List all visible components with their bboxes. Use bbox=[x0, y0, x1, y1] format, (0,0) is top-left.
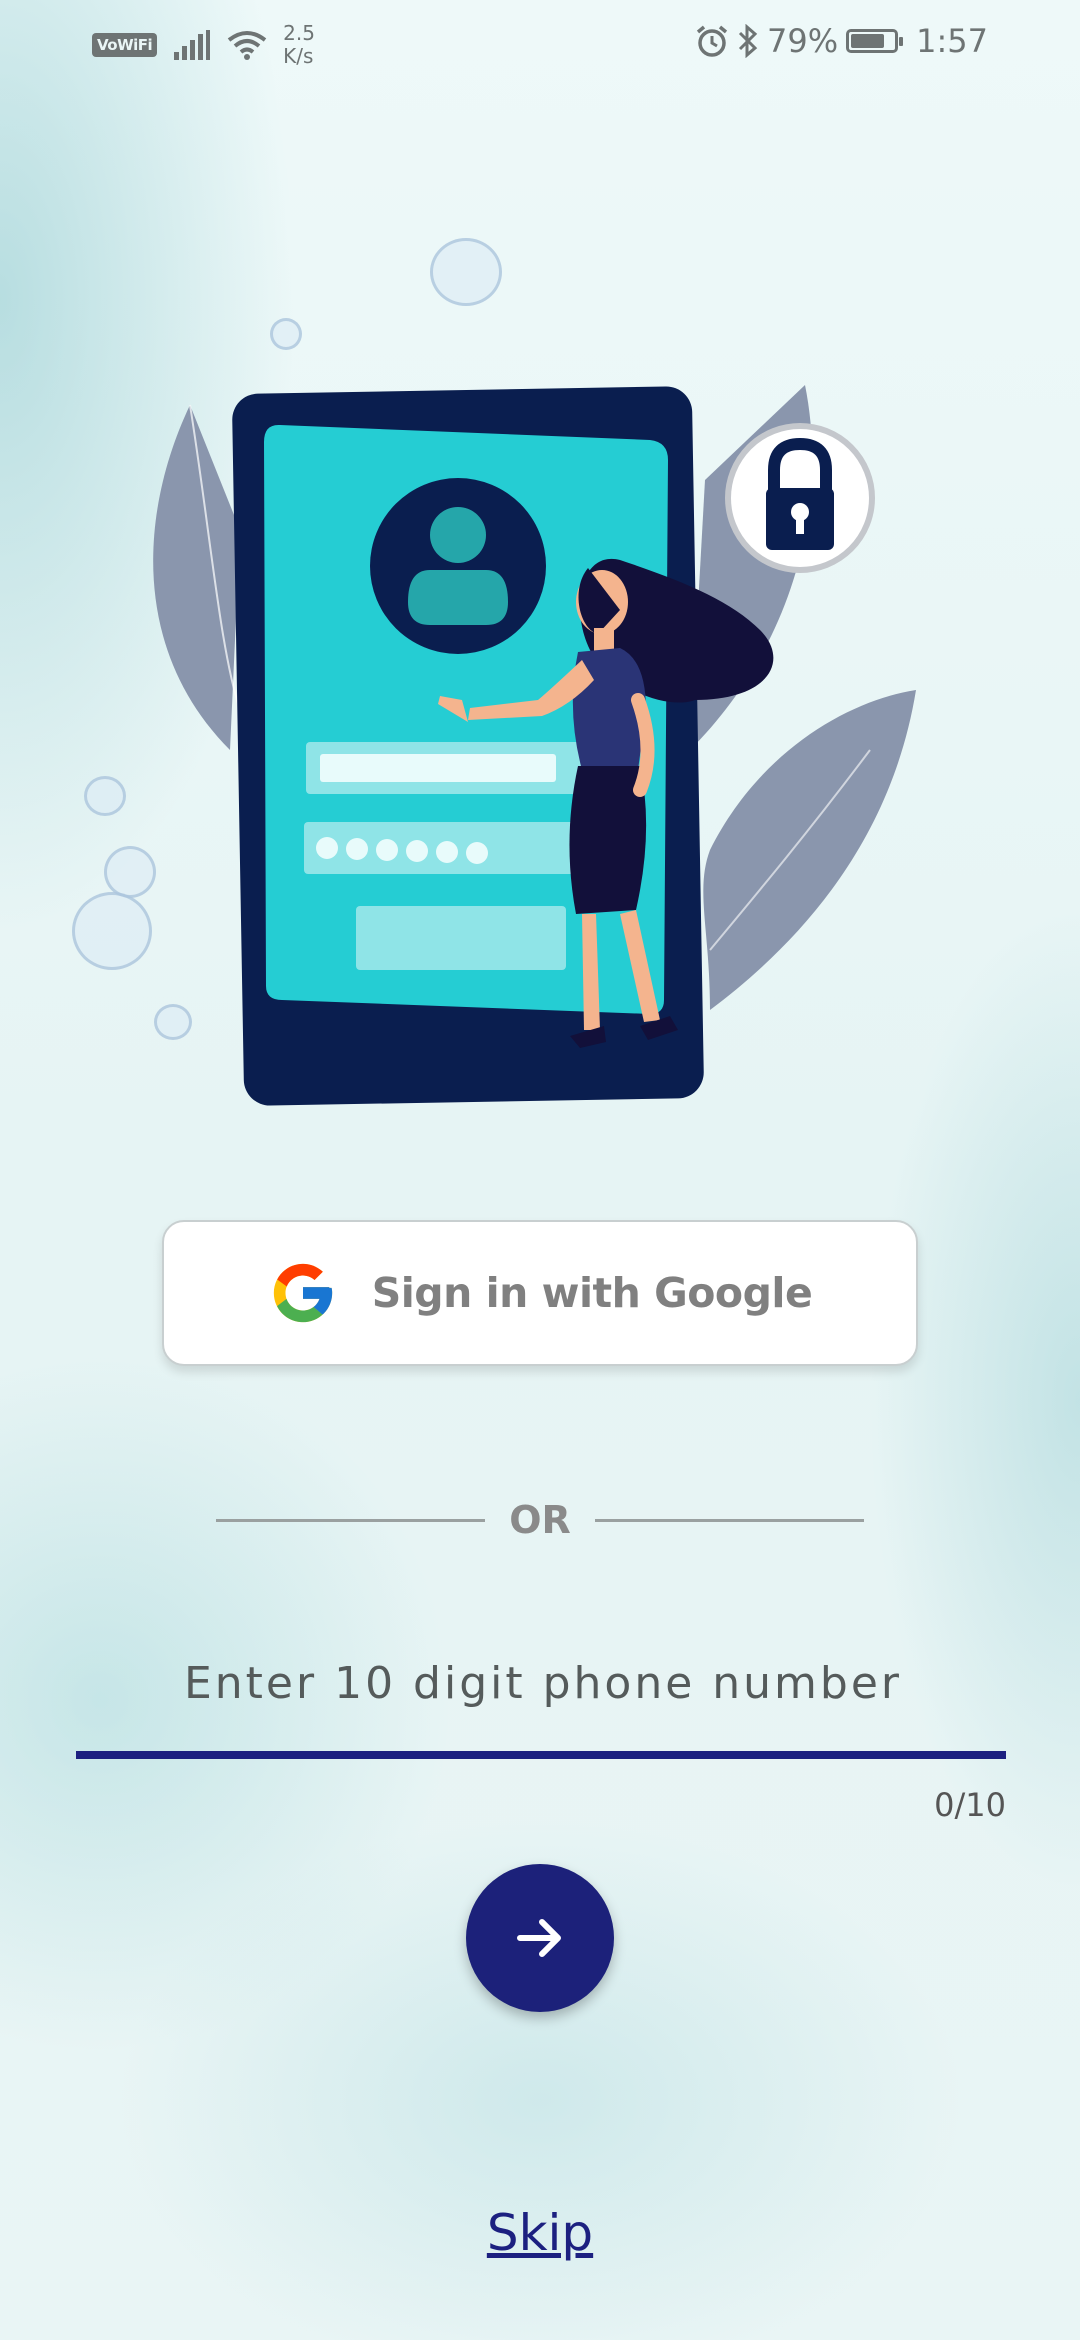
phone-number-input[interactable] bbox=[76, 1640, 1010, 1726]
divider-line-right bbox=[594, 1518, 865, 1522]
wifi-icon bbox=[227, 31, 267, 60]
login-illustration bbox=[150, 230, 930, 1150]
leaf-right-bottom bbox=[703, 690, 916, 1010]
skip-link[interactable]: Skip bbox=[0, 2204, 1080, 2262]
leaf-left bbox=[153, 405, 240, 750]
or-divider: OR bbox=[216, 1490, 865, 1550]
decor-bubble bbox=[84, 776, 126, 816]
battery-percent: 79% bbox=[767, 22, 839, 60]
google-logo-icon bbox=[273, 1263, 332, 1323]
net-speed-value: 2.5 bbox=[283, 21, 315, 45]
phone-illustration bbox=[153, 385, 916, 1106]
phone-input-underline bbox=[76, 1751, 1006, 1759]
net-speed-unit: K/s bbox=[283, 44, 314, 68]
divider-line-left bbox=[216, 1518, 486, 1522]
sign-in-with-google-button[interactable]: Sign in with Google bbox=[162, 1220, 918, 1366]
signal-icon bbox=[174, 30, 211, 60]
or-label: OR bbox=[509, 1498, 571, 1542]
phone-number-field bbox=[76, 1640, 1010, 1760]
decor-bubble bbox=[72, 892, 152, 970]
status-bar-left: VoWiFi 2.5 K/s bbox=[92, 22, 315, 68]
next-arrow-button[interactable] bbox=[466, 1864, 614, 2012]
net-speed: 2.5 K/s bbox=[283, 22, 315, 68]
character-counter: 0/10 bbox=[934, 1786, 1006, 1824]
battery-level bbox=[851, 34, 885, 48]
arrow-right-icon bbox=[517, 1919, 561, 1957]
battery-icon bbox=[846, 29, 904, 53]
vowifi-badge: VoWiFi bbox=[92, 33, 158, 57]
clock: 1:57 bbox=[916, 22, 988, 60]
google-button-label: Sign in with Google bbox=[371, 1269, 813, 1317]
user-avatar-icon bbox=[370, 478, 546, 654]
alarm-icon bbox=[696, 25, 728, 57]
decor-bubble bbox=[104, 846, 156, 898]
status-bar: VoWiFi 2.5 K/s 79% 1:57 bbox=[0, 0, 1080, 84]
bluetooth-icon bbox=[738, 24, 758, 58]
status-bar-right: 79% 1:57 bbox=[695, 22, 988, 60]
